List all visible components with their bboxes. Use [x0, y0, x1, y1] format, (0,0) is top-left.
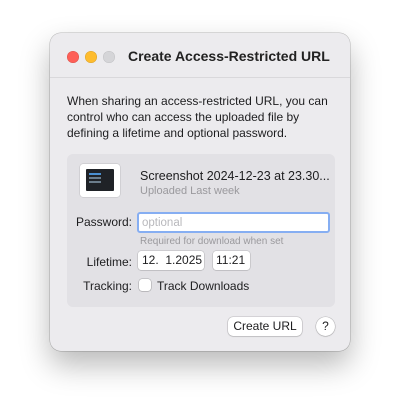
- track-downloads-label[interactable]: Track Downloads: [157, 279, 249, 293]
- password-label: Password:: [75, 215, 132, 229]
- create-url-button[interactable]: Create URL: [228, 317, 302, 336]
- lifetime-date-picker[interactable]: 12. 1.2025: [138, 251, 204, 270]
- dialog-window: Create Access-Restricted URL When sharin…: [50, 33, 350, 351]
- title-bar[interactable]: Create Access-Restricted URL: [50, 33, 350, 77]
- file-name: Screenshot 2024-12-23 at 23.30...: [140, 169, 330, 183]
- minimize-window-button[interactable]: [85, 51, 97, 63]
- title-divider: [50, 77, 350, 78]
- description-text: When sharing an access-restricted URL, y…: [67, 94, 328, 140]
- lifetime-label: Lifetime:: [86, 255, 132, 269]
- track-downloads-checkbox[interactable]: [139, 279, 151, 291]
- lifetime-time-picker[interactable]: 11:21: [213, 251, 250, 270]
- password-hint: Required for download when set: [140, 236, 284, 247]
- file-thumbnail: [80, 164, 120, 197]
- password-input[interactable]: [137, 212, 330, 233]
- zoom-window-button: [103, 51, 115, 63]
- window-title: Create Access-Restricted URL: [128, 48, 330, 64]
- tracking-label: Tracking:: [83, 279, 132, 293]
- screenshot-preview-icon: [86, 169, 114, 191]
- file-upload-status: Uploaded Last week: [140, 185, 240, 197]
- help-button[interactable]: ?: [316, 317, 335, 336]
- close-window-button[interactable]: [67, 51, 79, 63]
